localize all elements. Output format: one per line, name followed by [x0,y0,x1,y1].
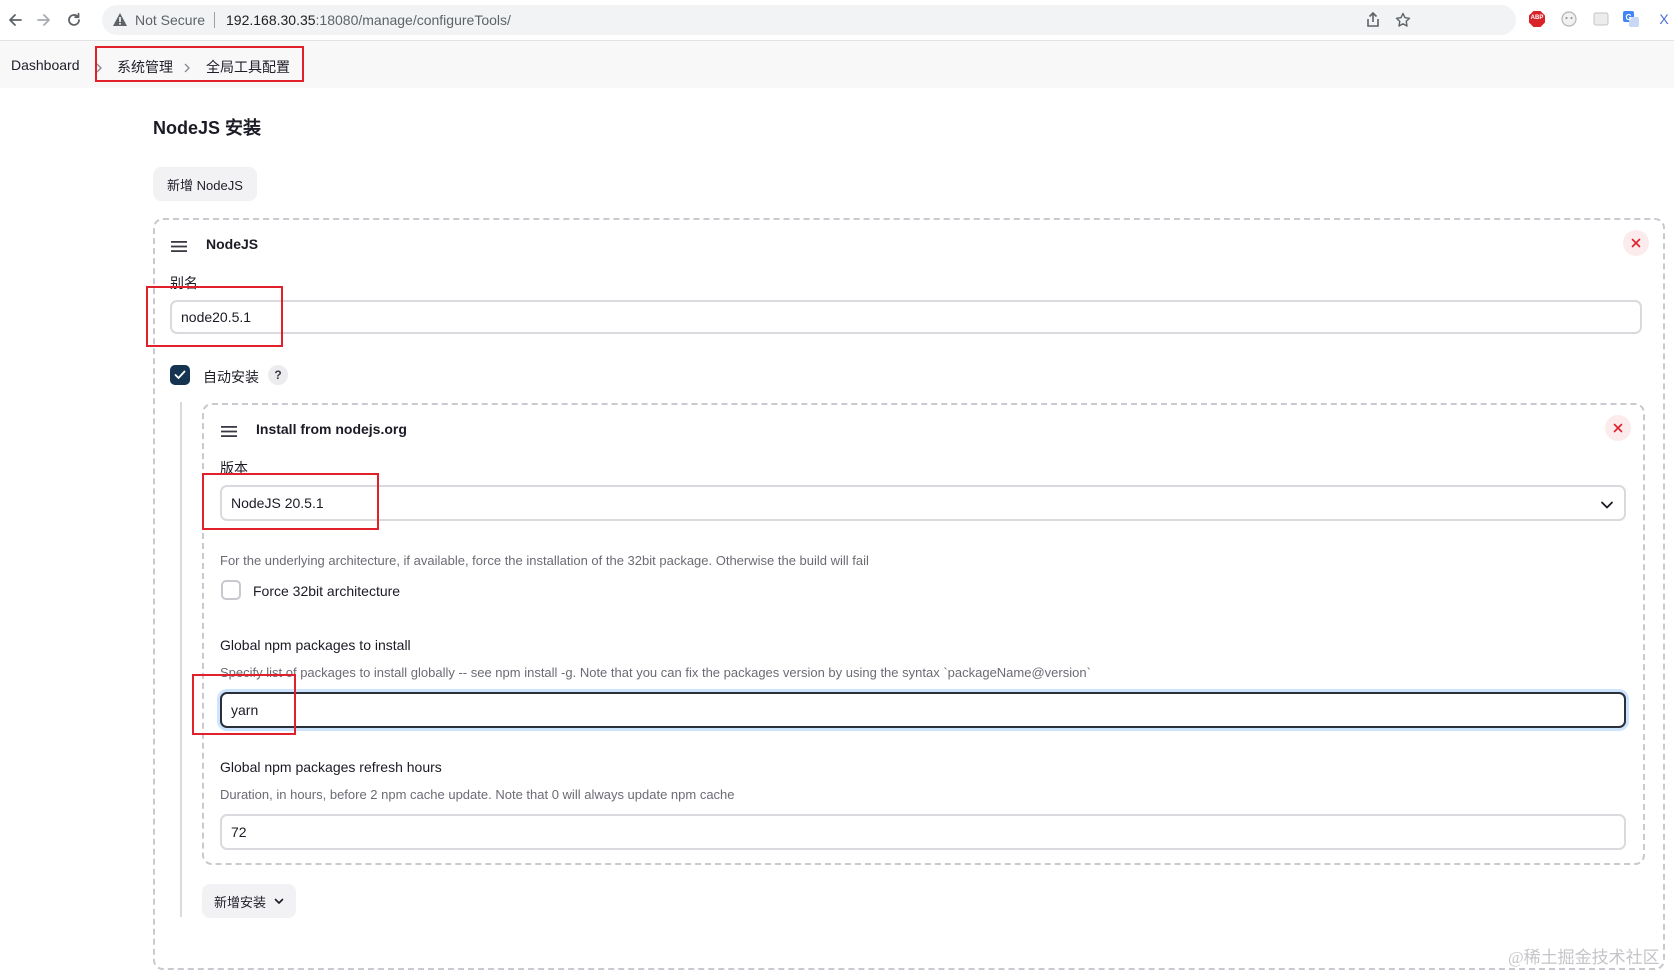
face-extension-icon[interactable] [1560,10,1578,28]
svg-text:G: G [1626,13,1632,22]
back-arrow-icon [9,14,22,26]
adblock-extension-label: ABP [1530,15,1544,21]
security-label: Not Secure [135,12,206,28]
refresh-hours-description: Duration, in hours, before 2 npm cache u… [220,787,735,802]
browser-toolbar: Not Secure 192.168.30.35:18080/manage/co… [0,0,1674,41]
screenshot-extension-icon[interactable] [1592,10,1610,28]
remove-installer-button[interactable] [1605,415,1631,441]
drag-handle-icon[interactable] [171,239,187,257]
nodejs-card-title: NodeJS [206,236,259,252]
remove-nodejs-button[interactable] [1623,230,1649,256]
bookmark-star-icon[interactable] [1394,11,1412,29]
forward-button[interactable] [32,8,56,32]
npm-packages-description: Specify list of packages to install glob… [220,665,1091,680]
chevron-right-icon [95,60,103,78]
url-host: 192.168.30.35 [226,12,316,28]
chevron-down-icon [1600,497,1614,513]
checkmark-icon [174,370,186,379]
installer-card-title: Install from nodejs.org [256,421,407,437]
installer-indent-line [180,402,182,917]
cut-extension-label: X [1659,11,1669,27]
share-icon[interactable] [1364,11,1382,29]
cut-extension-icon[interactable]: X [1655,10,1673,28]
close-icon [1613,423,1623,433]
address-bar[interactable]: Not Secure 192.168.30.35:18080/manage/co… [102,5,1516,35]
drag-handle-icon[interactable] [221,424,237,442]
close-icon [1631,238,1641,248]
add-installer-button[interactable]: 新增安装 [202,884,297,918]
breadcrumb-manage[interactable]: 系统管理 [117,57,173,77]
translate-extension-icon[interactable]: G [1622,10,1640,28]
adblock-extension-icon[interactable]: ABP [1528,10,1546,28]
force-32bit-checkbox[interactable] [221,580,241,600]
watermark: @稀土掘金技术社区 [1508,948,1660,967]
reload-icon [68,12,80,26]
page-title: NodeJS 安装 [153,118,262,138]
add-installer-label: 新增安装 [214,894,267,910]
chevron-right-icon [183,60,191,78]
forward-arrow-icon [37,14,50,26]
npm-packages-label: Global npm packages to install [220,637,411,653]
reload-button[interactable] [62,8,86,32]
url-text: 192.168.30.35:18080/manage/configureTool… [226,12,511,28]
arch-description: For the underlying architecture, if avai… [220,553,869,568]
warning-triangle-icon [112,12,128,32]
breadcrumb-global-tools[interactable]: 全局工具配置 [206,57,290,77]
refresh-hours-label: Global npm packages refresh hours [220,759,442,775]
version-select-value: NodeJS 20.5.1 [231,495,324,511]
alias-input[interactable] [170,300,1642,334]
add-nodejs-button[interactable]: 新增 NodeJS [153,167,257,201]
force-32bit-label: Force 32bit architecture [253,583,401,599]
refresh-hours-input[interactable] [220,814,1626,850]
back-button[interactable] [3,8,27,32]
breadcrumb-dashboard[interactable]: Dashboard [11,57,80,73]
auto-install-label: 自动安装 [203,369,259,385]
help-icon[interactable]: ? [268,365,288,385]
version-select[interactable]: NodeJS 20.5.1 [220,485,1626,521]
chevron-down-icon [274,898,284,904]
breadcrumb: Dashboard 系统管理 全局工具配置 [0,41,1674,88]
npm-packages-input[interactable] [220,692,1626,728]
address-separator [214,12,215,28]
version-label: 版本 [220,460,248,476]
auto-install-checkbox[interactable] [170,365,190,385]
alias-label: 别名 [170,275,198,291]
url-path: :18080/manage/configureTools/ [315,12,511,28]
